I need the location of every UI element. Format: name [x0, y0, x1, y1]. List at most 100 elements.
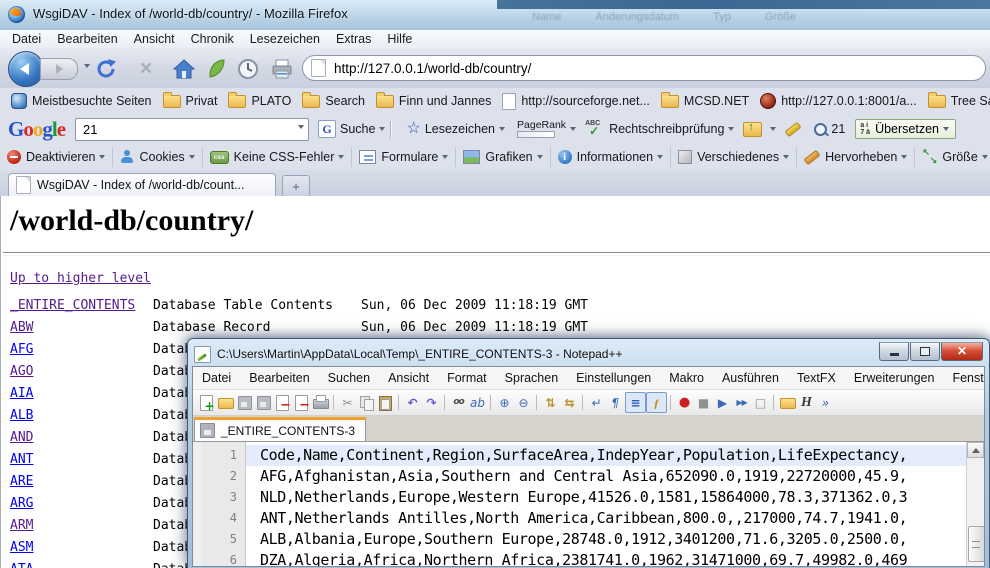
resource-link[interactable]: AND [10, 427, 153, 449]
reload-button[interactable] [94, 57, 118, 81]
resource-link[interactable]: ARE [10, 471, 153, 493]
resource-link[interactable]: AFG [10, 339, 153, 361]
resource-link[interactable]: ALB [10, 405, 153, 427]
line-text[interactable]: AFG,Afghanistan,Asia,Southern and Centra… [246, 466, 967, 487]
firefox-menu-item[interactable]: Lesezeichen [242, 32, 328, 46]
line-text[interactable]: DZA,Algeria,Africa,Northern Africa,23817… [246, 550, 967, 567]
line-text[interactable]: ALB,Albania,Europe,Southern Europe,28748… [246, 529, 967, 550]
sync-vertical-scroll-icon[interactable]: ⇅ [541, 393, 560, 412]
save-all-icon[interactable] [254, 393, 273, 412]
tab-wsgidav[interactable]: WsgiDAV - Index of /world-db/count... [8, 173, 276, 196]
highlighter-button[interactable] [785, 126, 805, 133]
google-bookmarks-button[interactable]: Lesezeichen [406, 121, 505, 137]
address-bar[interactable]: http://127.0.0.1/world-db/country/ [302, 55, 986, 81]
zoom-out-icon[interactable]: ⊖ [514, 393, 533, 412]
dropdown-icon[interactable] [379, 127, 385, 131]
stop-macro-icon[interactable]: ■ [694, 393, 713, 412]
notepad-menu-item[interactable]: Makro [660, 371, 713, 385]
resource-link[interactable]: AGO [10, 361, 153, 383]
bookmark-item[interactable]: Privat [163, 94, 218, 108]
webdev-menu-item[interactable]: Informationen [558, 147, 671, 167]
close-all-icon[interactable]: − [292, 393, 311, 412]
sync-horizontal-scroll-icon[interactable]: ⇆ [560, 393, 579, 412]
firefox-menu-item[interactable]: Hilfe [379, 32, 420, 46]
firefox-menu-item[interactable]: Extras [328, 32, 379, 46]
show-all-chars-icon[interactable]: ¶ [606, 393, 625, 412]
resource-link[interactable]: ARG [10, 493, 153, 515]
webdev-menu-item[interactable]: Größe [922, 147, 990, 167]
editor-scrollbar[interactable] [966, 442, 984, 567]
spellcheck-button[interactable]: Rechtschreibprüfung [585, 121, 734, 137]
webdev-menu-item[interactable]: Verschiedenes [678, 147, 797, 167]
resource-link[interactable]: ANT [10, 449, 153, 471]
bookmark-item[interactable]: http://127.0.0.1:8001/a... [760, 93, 917, 109]
notepad-menu-item[interactable]: Ansicht [379, 371, 438, 385]
resource-link[interactable]: ABW [10, 317, 153, 339]
print-button[interactable] [270, 57, 294, 81]
bookmark-item[interactable]: http://sourceforge.net... [502, 93, 650, 110]
replace-icon[interactable]: ab [468, 393, 487, 412]
cut-icon[interactable]: ✂ [338, 393, 357, 412]
send-to-button[interactable] [743, 122, 776, 137]
webdev-menu-item[interactable]: Formulare [359, 147, 456, 167]
minimize-button[interactable] [879, 342, 909, 361]
google-search-box[interactable]: 21 [75, 118, 309, 141]
zoom-in-icon[interactable]: ⊕ [495, 393, 514, 412]
resource-link[interactable]: AIA [10, 383, 153, 405]
new-tab-button[interactable]: + [282, 175, 310, 197]
editor-area[interactable]: 1 Code,Name,Continent,Region,SurfaceArea… [193, 442, 984, 567]
close-file-icon[interactable]: − [273, 393, 292, 412]
forward-button[interactable] [40, 58, 78, 80]
bookmark-item[interactable]: MCSD.NET [661, 94, 749, 108]
save-macro-icon[interactable]: □ [751, 393, 770, 412]
notepad-plus-plus-window[interactable]: C:\Users\Martin\AppData\Local\Temp\_ENTI… [187, 338, 990, 568]
webdev-menu-item[interactable]: Cookies [120, 147, 202, 167]
notepad-menu-item[interactable]: Format [438, 371, 496, 385]
webdev-menu-item[interactable]: Grafiken [463, 147, 550, 167]
notepad-menu-item[interactable]: Fenster [943, 371, 985, 385]
back-button[interactable] [8, 51, 44, 87]
webdev-menu-item[interactable]: Keine CSS-Fehler [210, 147, 353, 167]
firefox-menu-item[interactable]: Ansicht [126, 32, 183, 46]
notepad-menu-item[interactable]: Sprachen [496, 371, 568, 385]
save-icon[interactable] [235, 393, 254, 412]
print-icon[interactable] [311, 393, 330, 412]
bookmark-item[interactable]: Finn und Jannes [376, 94, 491, 108]
pagerank-widget[interactable]: PageRank [517, 120, 566, 138]
word-wrap-icon[interactable]: ↵ [587, 393, 606, 412]
paste-icon[interactable] [376, 393, 395, 412]
notepad-menu-item[interactable]: Erweiterungen [845, 371, 944, 385]
bookmark-item[interactable]: Tree Samples [928, 94, 990, 108]
new-file-icon[interactable]: + [197, 393, 216, 412]
address-input[interactable]: http://127.0.0.1/world-db/country/ [334, 61, 531, 76]
home-button[interactable] [172, 57, 196, 81]
notepad-menu-item[interactable]: Ausführen [713, 371, 788, 385]
restore-button[interactable] [910, 342, 940, 361]
document-tab[interactable]: _ENTIRE_CONTENTS-3 [194, 417, 366, 441]
firefox-menu-item[interactable]: Datei [4, 32, 49, 46]
notepad-menu-item[interactable]: Suchen [319, 371, 379, 385]
resource-link[interactable]: ASM [10, 537, 153, 559]
firefox-title-bar[interactable]: WsgiDAV - Index of /world-db/country/ - … [0, 0, 990, 31]
notepad-menu-item[interactable]: Datei [193, 371, 240, 385]
resource-link[interactable]: ARM [10, 515, 153, 537]
scrollbar-thumb[interactable] [968, 526, 985, 562]
indent-guide-icon[interactable]: ≡ [625, 392, 646, 413]
close-button[interactable]: ✕ [941, 342, 983, 361]
line-text[interactable]: Code,Name,Continent,Region,SurfaceArea,I… [246, 445, 967, 466]
webdev-menu-item[interactable]: Hervorheben [804, 147, 915, 167]
google-search-input[interactable]: 21 [83, 122, 97, 137]
run-macro-multiple-icon[interactable]: ▶▶ [732, 393, 751, 412]
dropdown-icon[interactable] [728, 127, 734, 131]
undo-icon[interactable]: ↶ [403, 393, 422, 412]
notepad-menu-item[interactable]: Einstellungen [567, 371, 660, 385]
stop-button[interactable]: × [134, 57, 158, 81]
explorer-icon[interactable] [778, 393, 797, 412]
scroll-up-button[interactable] [967, 442, 984, 458]
find-count-badge[interactable]: 21 [814, 122, 845, 136]
redo-icon[interactable]: ↷ [422, 393, 441, 412]
find-icon[interactable]: oo [449, 393, 468, 412]
copy-icon[interactable] [357, 393, 376, 412]
line-text[interactable]: ANT,Netherlands Antilles,North America,C… [246, 508, 967, 529]
html-viewer-icon[interactable]: H [797, 393, 816, 412]
